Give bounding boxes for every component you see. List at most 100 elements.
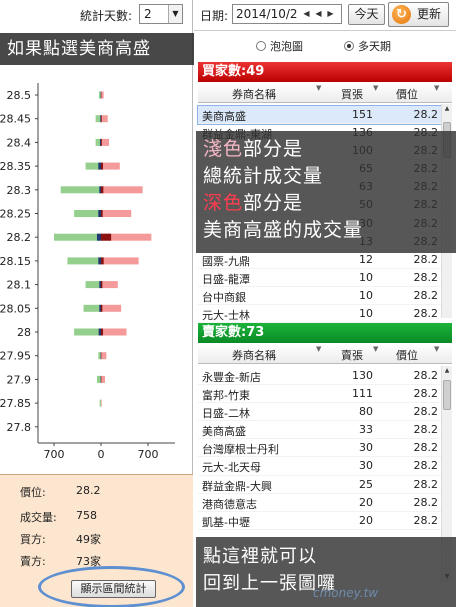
filter-icon[interactable]: ▼ [316,84,321,92]
sell-selected-bar[interactable] [98,328,101,336]
show-range-stats-button[interactable]: 顯示區間統計 [71,580,156,598]
table-row[interactable]: 國票-九鼎 12 28.2 [198,251,441,269]
sell-total-bar[interactable] [60,186,101,194]
sell-total-bar[interactable] [96,375,101,383]
table-row[interactable]: 港商德意志 20 28.2 [198,494,441,512]
table-row[interactable]: 元大-士林 10 28.2 [198,305,441,324]
buy-selected-bar[interactable] [101,210,103,217]
buy-total-bar[interactable] [101,281,118,289]
sell-selected-bar[interactable] [96,233,101,241]
price-cell: 28.2 [413,252,439,266]
y-tick-label: 28.45 [0,113,31,126]
filter-icon[interactable]: ▼ [434,84,439,92]
buy-total-bar[interactable] [101,162,120,170]
col-price[interactable]: 價位 [396,347,418,363]
sell-selected-bar[interactable] [98,162,101,170]
buy-selected-bar[interactable] [101,162,104,170]
broker-name: 國票-九鼎 [202,254,250,268]
first-day-icon[interactable]: ◀ [301,6,312,22]
sell-total-bar[interactable] [74,328,101,336]
sell-total-bar[interactable] [85,281,101,289]
scroll-up-icon[interactable]: ▲ [442,104,452,114]
sell-selected-bar[interactable] [99,281,101,289]
scroll-thumb[interactable] [443,380,451,410]
y-tick-label: 28.2 [7,231,32,244]
sell-total-bar[interactable] [83,304,101,312]
table-row[interactable]: 富邦-竹東 111 28.2 [198,385,441,404]
price-cell: 28.2 [413,270,439,284]
sell-total-bar[interactable] [54,233,101,241]
buy-selected-bar[interactable] [101,328,104,336]
filter-icon[interactable]: ▼ [434,345,439,353]
buy-selected-bar[interactable] [101,138,102,146]
next-day-icon[interactable]: ▶ [325,6,336,22]
buy-total-bar[interactable] [101,352,107,360]
col-broker-name[interactable]: 券商名稱 [232,86,276,102]
radio-bubble-chart[interactable]: 泡泡圖 [256,38,303,54]
sell-selected-bar[interactable] [98,257,101,265]
col-price[interactable]: 價位 [396,86,418,102]
sell-selected-bar[interactable] [99,186,101,194]
buy-total-bar[interactable] [101,138,110,146]
broker-name: 日盛-二林 [202,407,250,421]
broker-name: 台中商銀 [202,290,246,304]
info-volume: 成交量: 758 [20,509,97,524]
refresh-icon: ↻ [392,5,411,24]
buy-selected-bar[interactable] [101,186,104,194]
lot-count: 10 [359,288,373,302]
sell-total-bar[interactable] [98,352,101,360]
table-row[interactable]: 美商高盛 33 28.2 [198,421,441,440]
date-picker[interactable]: 2014/10/2 ◀ ◀ ▶ [232,4,342,24]
lot-count: 33 [359,423,373,437]
buy-total-bar[interactable] [101,257,139,265]
radio-multi-period[interactable]: 多天期 [344,38,391,54]
buy-total-bar[interactable] [101,210,132,217]
sell-total-bar[interactable] [67,257,101,265]
stat-days-select[interactable]: 2 ▼ [139,4,183,24]
buy-total-bar[interactable] [101,375,106,383]
buy-total-bar[interactable] [101,115,108,123]
table-row[interactable]: 日盛-二林 80 28.2 [198,403,441,422]
buy-selected-bar[interactable] [101,257,104,265]
sell-selected-bar[interactable] [100,115,101,123]
buy-selected-bar[interactable] [101,281,103,289]
sell-selected-bar[interactable] [98,210,101,217]
price-volume-chart: 28.5 28.45 28.4 28.35 28.3 28.25 28.2 28.15 28.1… [0,83,175,461]
filter-icon[interactable]: ▼ [373,345,378,353]
filter-icon[interactable]: ▼ [316,345,321,353]
table-row[interactable]: 元大-北天母 30 28.2 [198,457,441,476]
table-row[interactable]: 日盛-龍潭 10 28.2 [198,269,441,287]
col-broker-name[interactable]: 券商名稱 [232,347,276,363]
buy-total-bar[interactable] [101,304,122,312]
table-row[interactable]: 美商高盛 151 28.2 [197,104,442,126]
buy-total-bar[interactable] [101,328,127,336]
lot-count: 20 [359,513,373,527]
table-row[interactable]: 台灣摩根士丹利 30 28.2 [198,439,441,458]
sell-selected-bar[interactable] [99,138,101,146]
sell-total-bar[interactable] [95,115,101,123]
col-buy-count[interactable]: 買張 [341,86,363,102]
today-button[interactable]: 今天 [348,4,385,25]
table-row[interactable]: 凱基-中壢 20 28.2 [198,512,441,530]
table-row[interactable]: 台中商銀 10 28.2 [198,287,441,306]
buy-total-bar[interactable] [101,186,143,194]
broker-name: 港商德意志 [202,497,257,511]
table-row[interactable]: 群益金鼎-大興 25 28.2 [198,476,441,494]
scroll-up-icon[interactable]: ▲ [442,366,452,376]
price-cell: 28.2 [413,108,439,121]
sell-total-bar[interactable] [74,210,101,217]
table-row[interactable]: 永豐金-新店 130 28.2 [198,367,441,386]
price-cell: 28.2 [413,405,439,419]
buy-selected-bar[interactable] [101,233,112,241]
sell-total-bar[interactable] [99,399,101,407]
sell-selected-bar[interactable] [99,304,101,312]
chevron-down-icon[interactable]: ▼ [168,5,182,23]
buy-total-bar[interactable] [101,91,104,99]
col-sell-count[interactable]: 賣張 [341,347,363,363]
prev-day-icon[interactable]: ◀ [313,6,324,22]
filter-icon[interactable]: ▼ [373,84,378,92]
buy-selected-bar[interactable] [101,304,103,312]
buy-total-bar[interactable] [101,399,102,407]
broker-name: 永豐金-新店 [202,371,261,384]
buy-selected-bar[interactable] [101,115,102,123]
